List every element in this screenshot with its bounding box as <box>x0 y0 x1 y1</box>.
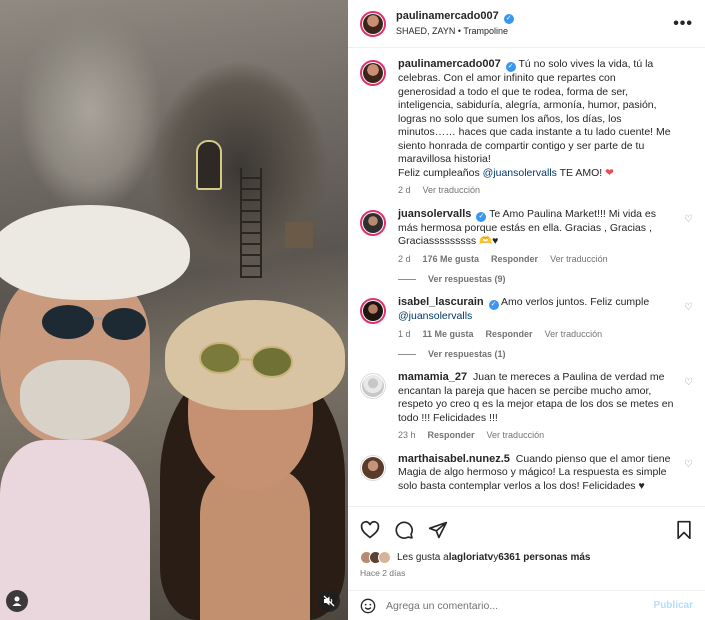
author-avatar[interactable] <box>360 60 386 86</box>
caption-mention[interactable]: @juansolervalls <box>483 167 557 179</box>
comment-username[interactable]: juansolervalls <box>398 208 471 220</box>
likes-count[interactable]: 6361 personas más <box>498 552 590 563</box>
save-bookmark-icon[interactable] <box>675 520 693 540</box>
post-header: paulinamercado007 ✓ SHAED, ZAYN • Trampo… <box>348 0 705 48</box>
caption-text-line2: Feliz cumpleaños <box>398 166 483 179</box>
commenter-avatar[interactable] <box>360 454 386 481</box>
post-side-panel: paulinamercado007 ✓ SHAED, ZAYN • Trampo… <box>348 0 705 620</box>
tagged-users-button[interactable] <box>6 590 28 612</box>
speaker-muted-icon <box>323 595 335 607</box>
comment-time[interactable]: 1 d <box>398 328 411 342</box>
verified-badge-icon: ✓ <box>505 62 516 72</box>
view-replies-label: Ver respuestas (1) <box>428 349 506 359</box>
comments-list[interactable]: paulinamercado007 ✓ Tú no solo vives la v… <box>348 48 705 506</box>
verified-badge-icon: ✓ <box>503 14 514 24</box>
comment-likes[interactable]: 176 Me gusta <box>423 253 480 267</box>
comment: juansolervalls ✓ Te Amo Paulina Market!!!… <box>360 208 693 267</box>
liker-avatars <box>360 551 391 564</box>
reply-button[interactable]: Responder <box>486 328 533 342</box>
commenter-avatar[interactable] <box>360 298 386 324</box>
commenter-avatar[interactable] <box>360 373 386 399</box>
shrine <box>196 140 222 190</box>
replies-divider <box>398 353 416 355</box>
post-comment-button[interactable]: Publicar <box>654 600 693 611</box>
comment-text: Amo verlos juntos. Feliz cumple <box>500 296 650 308</box>
comment-username[interactable]: marthaisabel.nunez.5 <box>398 453 510 465</box>
commenter-avatar[interactable] <box>360 209 386 236</box>
comment-time[interactable]: 2 d <box>398 253 411 267</box>
likes-prefix: Les gusta a <box>397 552 449 563</box>
likes-summary[interactable]: Les gusta a lagloriatv y 6361 personas m… <box>360 551 693 564</box>
ladder <box>240 168 262 278</box>
audio-track[interactable]: SHAED, ZAYN • Trampoline <box>396 24 673 38</box>
author-username[interactable]: paulinamercado007 <box>396 10 499 22</box>
view-replies-label: Ver respuestas (9) <box>428 274 506 284</box>
more-options-icon[interactable]: ••• <box>673 15 693 33</box>
comment: isabel_lascurain ✓ Amo verlos juntos. Fel… <box>360 296 693 341</box>
man-sunglasses <box>42 305 146 340</box>
comment: marthaisabel.nunez.5 Cuando pienso que e… <box>360 453 693 494</box>
view-replies-button[interactable]: Ver respuestas (9) <box>398 274 693 284</box>
comment-heart-icon[interactable]: ♡ <box>684 302 693 313</box>
post-date: Hace 2 días <box>360 568 406 578</box>
comment-translate-link[interactable]: Ver traducción <box>545 328 603 342</box>
caption-text: Tú no solo vives la vida, tú la celebras… <box>398 58 671 165</box>
reply-button[interactable]: Responder <box>428 429 475 443</box>
share-paper-plane-icon[interactable] <box>428 520 448 540</box>
audio-muted-button[interactable] <box>318 590 340 612</box>
comment-heart-icon[interactable]: ♡ <box>684 214 693 225</box>
comment: mamamia_27 Juan te mereces a Paulina de … <box>360 371 693 443</box>
person-icon <box>12 596 22 606</box>
comment-translate-link[interactable]: Ver traducción <box>487 429 545 443</box>
caption: paulinamercado007 ✓ Tú no solo vives la v… <box>360 58 693 198</box>
caption-text-line2-end: TE AMO! <box>556 166 606 179</box>
verified-badge-icon: ✓ <box>476 211 487 222</box>
comment-mention[interactable]: @juansolervalls <box>398 310 472 322</box>
red-heart-emoji: ❤ <box>605 166 614 179</box>
replies-divider <box>398 278 416 280</box>
like-heart-icon[interactable] <box>360 520 380 540</box>
verified-badge-icon: ✓ <box>488 300 499 310</box>
comment-likes[interactable]: 11 Me gusta <box>423 328 474 342</box>
author-avatar[interactable] <box>360 10 386 37</box>
add-comment-bar: Publicar <box>348 590 705 620</box>
man-beard <box>20 360 130 440</box>
comment-translate-link[interactable]: Ver traducción <box>550 253 608 267</box>
post-actions: Les gusta a lagloriatv y 6361 personas m… <box>348 506 705 578</box>
comment-time[interactable]: 23 h <box>398 429 416 443</box>
comment-heart-icon[interactable]: ♡ <box>684 459 693 470</box>
likes-user[interactable]: lagloriatv <box>449 552 493 563</box>
view-replies-button[interactable]: Ver respuestas (1) <box>398 349 693 359</box>
comment-input[interactable] <box>386 599 654 612</box>
comment-heart-icon[interactable]: ♡ <box>684 377 693 388</box>
caption-username[interactable]: paulinamercado007 <box>398 58 501 70</box>
emoji-smiley-icon[interactable] <box>360 598 376 614</box>
cave-rock <box>20 10 160 210</box>
comment-username[interactable]: mamamia_27 <box>398 371 467 383</box>
plaque <box>285 222 313 248</box>
caption-translate-link[interactable]: Ver traducción <box>423 184 481 198</box>
comment-bubble-icon[interactable] <box>394 520 414 540</box>
woman-neck <box>200 470 310 620</box>
comment-username[interactable]: isabel_lascurain <box>398 296 484 308</box>
post-photo[interactable] <box>0 0 348 620</box>
woman-sunglasses <box>199 342 293 378</box>
caption-time[interactable]: 2 d <box>398 184 411 198</box>
man-hat <box>0 205 190 300</box>
reply-button[interactable]: Responder <box>491 253 538 267</box>
